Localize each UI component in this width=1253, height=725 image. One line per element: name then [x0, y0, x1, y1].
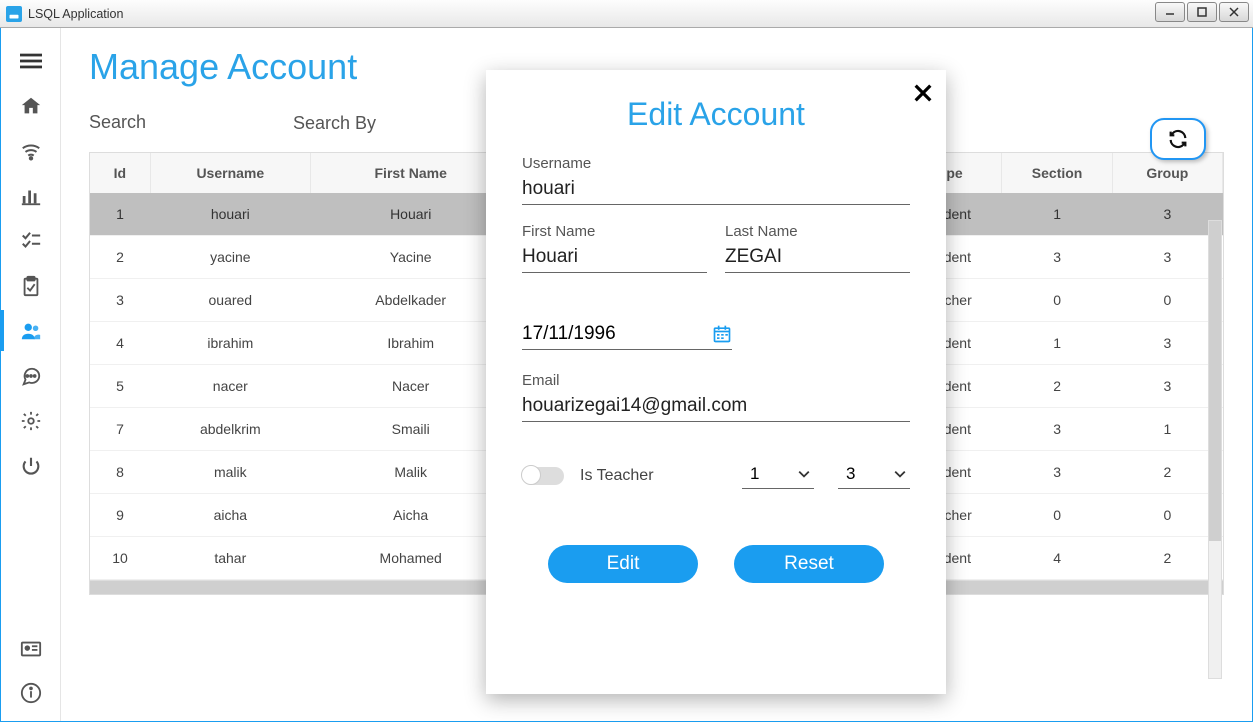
vertical-scrollbar[interactable] [1208, 220, 1222, 679]
refresh-icon [1167, 128, 1189, 150]
reset-button[interactable]: Reset [734, 545, 884, 583]
nav-chat[interactable] [1, 353, 61, 398]
sidebar [1, 28, 61, 721]
refresh-button[interactable] [1150, 118, 1206, 160]
nav-accounts[interactable] [1, 308, 61, 353]
power-icon [20, 455, 42, 477]
close-icon [912, 82, 934, 104]
chevron-down-icon [798, 468, 810, 480]
home-icon [20, 95, 42, 117]
input-firstname[interactable]: Houari [522, 244, 707, 273]
info-icon [20, 682, 42, 704]
minimize-button[interactable] [1155, 2, 1185, 22]
dob-value: 17/11/1996 [522, 323, 704, 345]
nav-stats[interactable] [1, 173, 61, 218]
edit-account-modal: Edit Account Username houari First Name … [486, 70, 946, 694]
window-title: LSQL Application [28, 7, 123, 21]
chart-icon [20, 185, 42, 207]
edit-button[interactable]: Edit [548, 545, 698, 583]
input-email[interactable]: houarizegai14@gmail.com [522, 393, 910, 422]
nav-network[interactable] [1, 128, 61, 173]
toggle-is-teacher[interactable] [522, 467, 564, 485]
col-username[interactable]: Username [150, 153, 310, 193]
nav-home[interactable] [1, 83, 61, 128]
label-firstname: First Name [522, 223, 707, 240]
hamburger-icon [20, 50, 42, 72]
gear-icon [20, 410, 42, 432]
select-group[interactable]: 3 [838, 462, 910, 489]
main-content: Manage Account Search Search By Id Usern… [61, 28, 1252, 721]
close-window-button[interactable] [1219, 2, 1249, 22]
select-section[interactable]: 1 [742, 462, 814, 489]
nav-settings[interactable] [1, 398, 61, 443]
nav-clipboard[interactable] [1, 263, 61, 308]
search-by-label[interactable]: Search By [293, 113, 413, 134]
calendar-icon[interactable] [712, 324, 732, 344]
id-card-icon [20, 638, 42, 660]
nav-power[interactable] [1, 443, 61, 488]
clipboard-icon [20, 275, 42, 297]
input-username[interactable]: houari [522, 176, 910, 205]
label-lastname: Last Name [725, 223, 910, 240]
chevron-down-icon [894, 468, 906, 480]
checklist-icon [20, 230, 42, 252]
label-username: Username [522, 155, 910, 172]
chat-icon [20, 365, 42, 387]
label-email: Email [522, 372, 910, 389]
modal-title: Edit Account [522, 96, 910, 133]
close-modal-button[interactable] [912, 80, 934, 111]
nav-card[interactable] [1, 631, 61, 667]
input-dob[interactable]: 17/11/1996 [522, 323, 732, 350]
window-titlebar: LSQL Application [0, 0, 1253, 28]
app-icon [6, 6, 22, 22]
nav-tasks[interactable] [1, 218, 61, 263]
select-section-value: 1 [750, 464, 759, 484]
menu-toggle[interactable] [1, 38, 61, 83]
wifi-icon [20, 140, 42, 162]
maximize-button[interactable] [1187, 2, 1217, 22]
input-lastname[interactable]: ZEGAI [725, 244, 910, 273]
search-input-label[interactable]: Search [89, 112, 269, 134]
col-firstname[interactable]: First Name [310, 153, 510, 193]
label-is-teacher: Is Teacher [580, 467, 654, 485]
select-group-value: 3 [846, 464, 855, 484]
col-id[interactable]: Id [90, 153, 150, 193]
nav-info[interactable] [1, 675, 61, 711]
users-icon [20, 320, 42, 342]
